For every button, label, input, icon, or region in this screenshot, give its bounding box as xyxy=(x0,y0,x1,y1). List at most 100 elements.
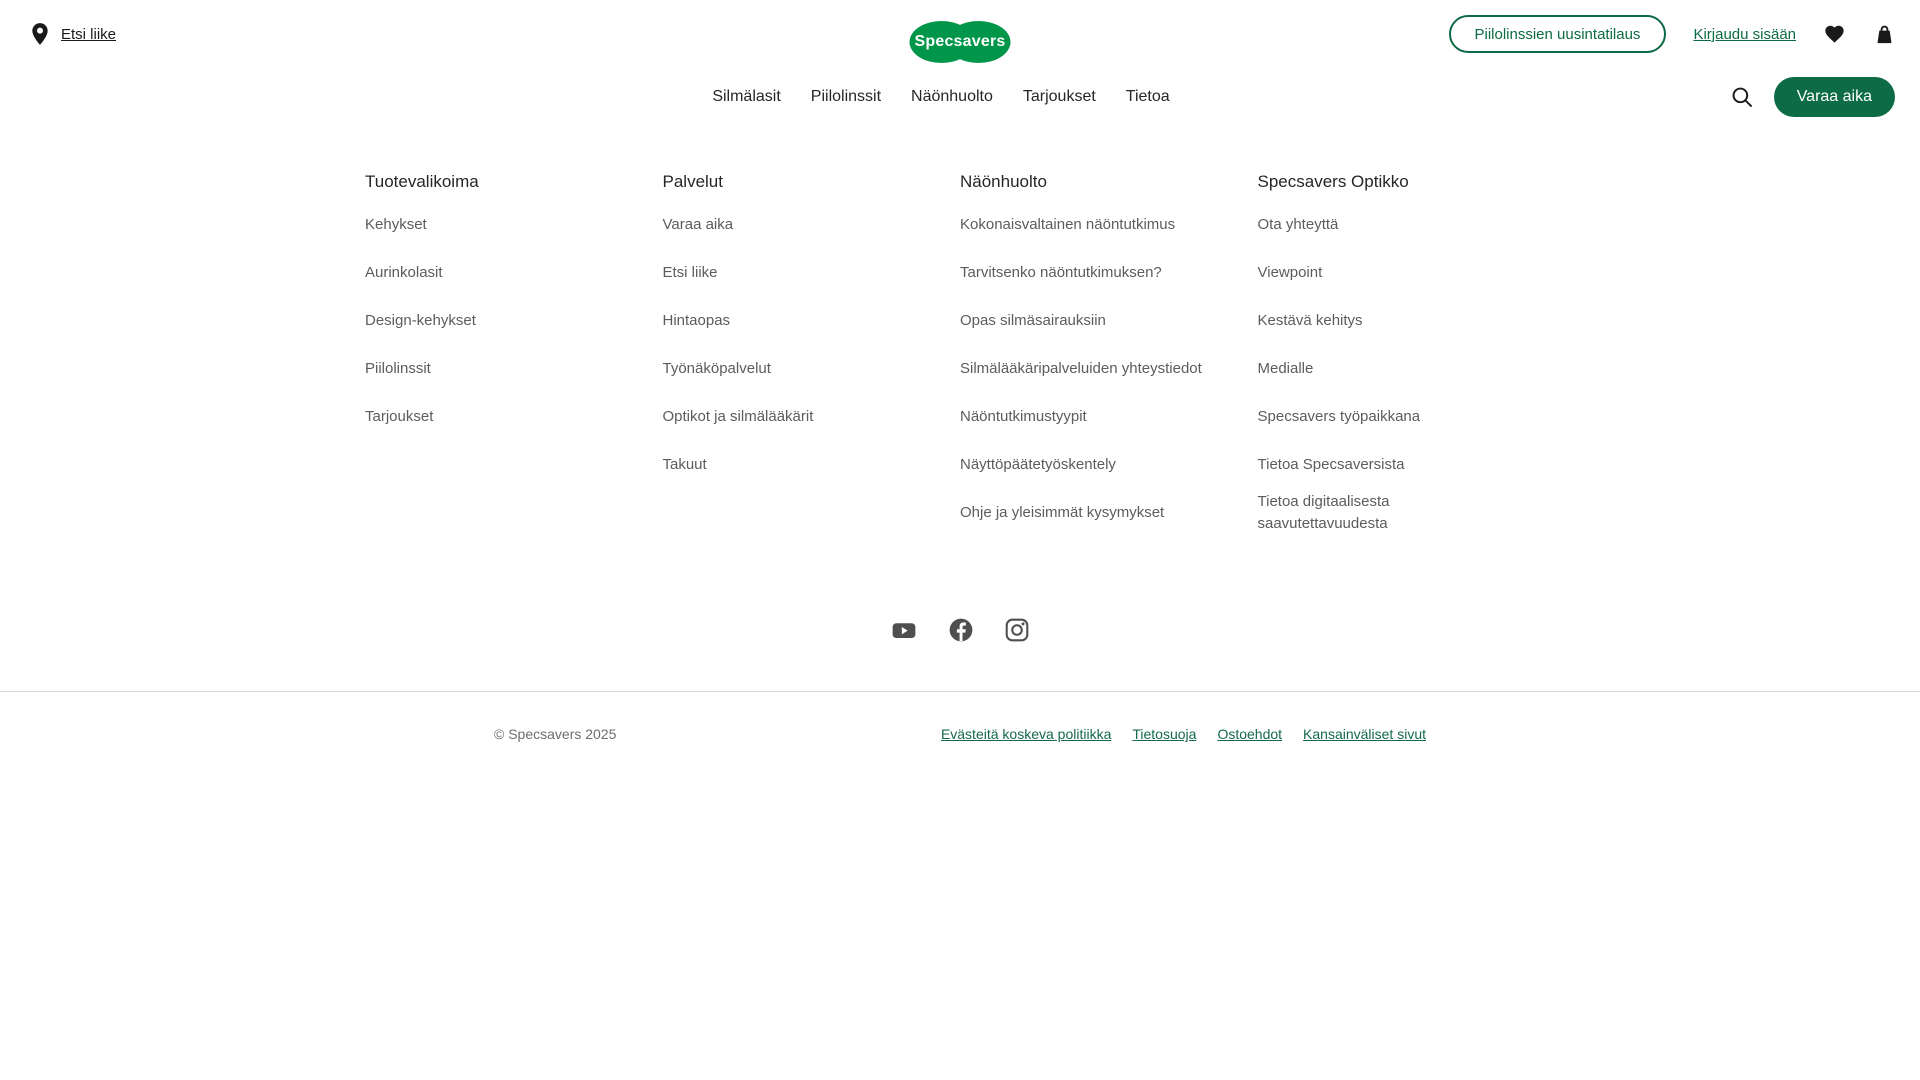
favorites-button[interactable] xyxy=(1823,23,1846,45)
footer-link[interactable]: Ota yhteyttä xyxy=(1258,214,1339,236)
legal-link[interactable]: Kansainväliset sivut xyxy=(1303,726,1426,742)
main-nav: Silmälasit Piilolinssit Näönhuolto Tarjouks… xyxy=(712,88,1169,106)
logo-text: Specsavers xyxy=(914,33,1006,50)
footer-link-list: Varaa aika Etsi liike Hintaopas Työnäköpalv… xyxy=(663,201,961,489)
footer-link-item: Näöntutkimustyypit xyxy=(960,393,1258,441)
basket-button[interactable] xyxy=(1873,23,1896,46)
footer-link[interactable]: Design-kehykset xyxy=(365,310,476,332)
facebook-link[interactable] xyxy=(948,617,974,643)
footer-column-title: Tuotevalikoima xyxy=(365,172,479,191)
footer-link-item: Hintaopas xyxy=(663,297,961,345)
footer-link[interactable]: Tietoa Specsaversista xyxy=(1258,454,1405,476)
footer-link-item: Tarvitsenko näöntutkimuksen? xyxy=(960,249,1258,297)
footer-link[interactable]: Ohje ja yleisimmät kysymykset xyxy=(960,502,1164,524)
footer-link-item: Specsavers työpaikkana xyxy=(1258,393,1556,441)
footer-link[interactable]: Piilolinssit xyxy=(365,358,431,380)
footer-link[interactable]: Tietoa digitaalisesta saavutettavuudesta xyxy=(1258,491,1518,535)
footer-link-item: Tietoa Specsaversista xyxy=(1258,441,1556,489)
footer-link[interactable]: Medialle xyxy=(1258,358,1314,380)
nav-bar: Silmälasit Piilolinssit Näönhuolto Tarjouks… xyxy=(0,68,1920,125)
footer-column-eyecare: Näönhuolto Kokonaisvaltainen näöntutkimu… xyxy=(960,171,1258,537)
footer-column-company: Specsavers Optikko Ota yhteyttä Viewpoint… xyxy=(1258,171,1556,537)
legal-link[interactable]: Ostoehdot xyxy=(1217,726,1282,742)
footer-link-item: Takuut xyxy=(663,441,961,489)
contact-lens-reorder-button[interactable]: Piilolinssien uusintatilaus xyxy=(1448,15,1667,53)
search-button[interactable] xyxy=(1729,84,1755,110)
nav-item[interactable]: Näönhuolto xyxy=(911,88,993,106)
footer-link-item: Tarjoukset xyxy=(365,393,663,441)
footer-column-title: Palvelut xyxy=(662,172,723,191)
footer-link-item: Kokonaisvaltainen näöntutkimus xyxy=(960,201,1258,249)
bottom-bar: © Specsavers 2025 Evästeitä koskeva poli… xyxy=(494,692,1426,742)
legal-link[interactable]: Tietosuoja xyxy=(1132,726,1196,742)
footer-link[interactable]: Varaa aika xyxy=(663,214,734,236)
footer-link[interactable]: Hintaopas xyxy=(663,310,731,332)
social-links xyxy=(0,617,1920,643)
footer-nav: Tuotevalikoima Kehykset Aurinkolasit Desig… xyxy=(365,125,1555,537)
footer-link-item: Opas silmäsairauksiin xyxy=(960,297,1258,345)
footer-link[interactable]: Viewpoint xyxy=(1258,262,1323,284)
footer-link[interactable]: Silmälääkäripalveluiden yhteystiedot xyxy=(960,358,1202,380)
footer-link[interactable]: Kokonaisvaltainen näöntutkimus xyxy=(960,214,1175,236)
footer-link-item: Ota yhteyttä xyxy=(1258,201,1556,249)
footer-link-item: Ohje ja yleisimmät kysymykset xyxy=(960,489,1258,537)
footer-link-item: Varaa aika xyxy=(663,201,961,249)
footer-column-title: Näönhuolto xyxy=(960,172,1047,191)
footer-link-item: Kehykset xyxy=(365,201,663,249)
footer-link[interactable]: Tarjoukset xyxy=(365,406,433,428)
instagram-link[interactable] xyxy=(1004,617,1030,643)
store-finder-label: Etsi liike xyxy=(61,25,117,43)
footer-link-item: Design-kehykset xyxy=(365,297,663,345)
nav-item[interactable]: Piilolinssit xyxy=(811,88,881,106)
footer-link[interactable]: Näöntutkimustyypit xyxy=(960,406,1087,428)
nav-item[interactable]: Tarjoukset xyxy=(1023,88,1096,106)
legal-link[interactable]: Evästeitä koskeva politiikka xyxy=(941,726,1111,742)
footer-link-list: Ota yhteyttä Viewpoint Kestävä kehitys Medi… xyxy=(1258,201,1556,537)
footer-link-item: Etsi liike xyxy=(663,249,961,297)
footer-link-list: Kokonaisvaltainen näöntutkimus Tarvitsenk… xyxy=(960,201,1258,537)
search-icon xyxy=(1732,87,1752,107)
youtube-icon xyxy=(892,623,916,639)
footer-link-item: Työnäköpalvelut xyxy=(663,345,961,393)
footer-link-item: Medialle xyxy=(1258,345,1556,393)
heart-icon xyxy=(1825,25,1844,43)
footer-link[interactable]: Aurinkolasit xyxy=(365,262,443,284)
instagram-icon xyxy=(1005,618,1029,642)
footer-link-item: Näyttöpäätetyöskentely xyxy=(960,441,1258,489)
footer-link[interactable]: Näyttöpäätetyöskentely xyxy=(960,454,1116,476)
footer-link[interactable]: Etsi liike xyxy=(663,262,718,284)
top-actions: Piilolinssien uusintatilaus Kirjaudu sis… xyxy=(1448,15,1897,53)
facebook-icon xyxy=(949,618,973,642)
nav-right-actions: Varaa aika xyxy=(1729,76,1895,117)
footer-link[interactable]: Optikot ja silmälääkärit xyxy=(663,406,814,428)
footer-link-item: Aurinkolasit xyxy=(365,249,663,297)
site-header: Etsi liike Specsavers Piilolinssien uusi… xyxy=(0,0,1920,125)
footer-column-products: Tuotevalikoima Kehykset Aurinkolasit Desig… xyxy=(365,171,663,537)
youtube-link[interactable] xyxy=(890,617,918,643)
nav-item[interactable]: Silmälasit xyxy=(712,88,780,106)
footer-link[interactable]: Opas silmäsairauksiin xyxy=(960,310,1106,332)
footer-link[interactable]: Specsavers työpaikkana xyxy=(1258,406,1421,428)
legal-links: Evästeitä koskeva politiikka Tietosuoja Os… xyxy=(941,726,1426,742)
copyright-text: © Specsavers 2025 xyxy=(494,726,617,742)
footer-link-item: Piilolinssit xyxy=(365,345,663,393)
login-link[interactable]: Kirjaudu sisään xyxy=(1693,26,1796,43)
location-pin-icon xyxy=(32,23,48,45)
footer-link[interactable]: Tarvitsenko näöntutkimuksen? xyxy=(960,262,1162,284)
footer-column-title: Specsavers Optikko xyxy=(1257,172,1409,191)
footer-link[interactable]: Kestävä kehitys xyxy=(1258,310,1363,332)
top-bar: Etsi liike Specsavers Piilolinssien uusi… xyxy=(0,0,1920,68)
footer-column-services: Palvelut Varaa aika Etsi liike Hintaopas Ty… xyxy=(663,171,961,537)
footer-link-item: Kestävä kehitys xyxy=(1258,297,1556,345)
footer-link[interactable]: Takuut xyxy=(663,454,707,476)
footer-link[interactable]: Kehykset xyxy=(365,214,427,236)
nav-item[interactable]: Tietoa xyxy=(1126,88,1170,106)
footer-link-list: Kehykset Aurinkolasit Design-kehykset Piilo… xyxy=(365,201,663,441)
specsavers-logo[interactable]: Specsavers xyxy=(909,21,1011,63)
footer-link-item: Viewpoint xyxy=(1258,249,1556,297)
store-finder-link[interactable]: Etsi liike xyxy=(30,21,116,47)
book-appointment-button[interactable]: Varaa aika xyxy=(1773,76,1895,117)
footer-link-item: Optikot ja silmälääkärit xyxy=(663,393,961,441)
footer-link[interactable]: Työnäköpalvelut xyxy=(663,358,771,380)
footer-link-item: Tietoa digitaalisesta saavutettavuudesta xyxy=(1258,489,1556,537)
